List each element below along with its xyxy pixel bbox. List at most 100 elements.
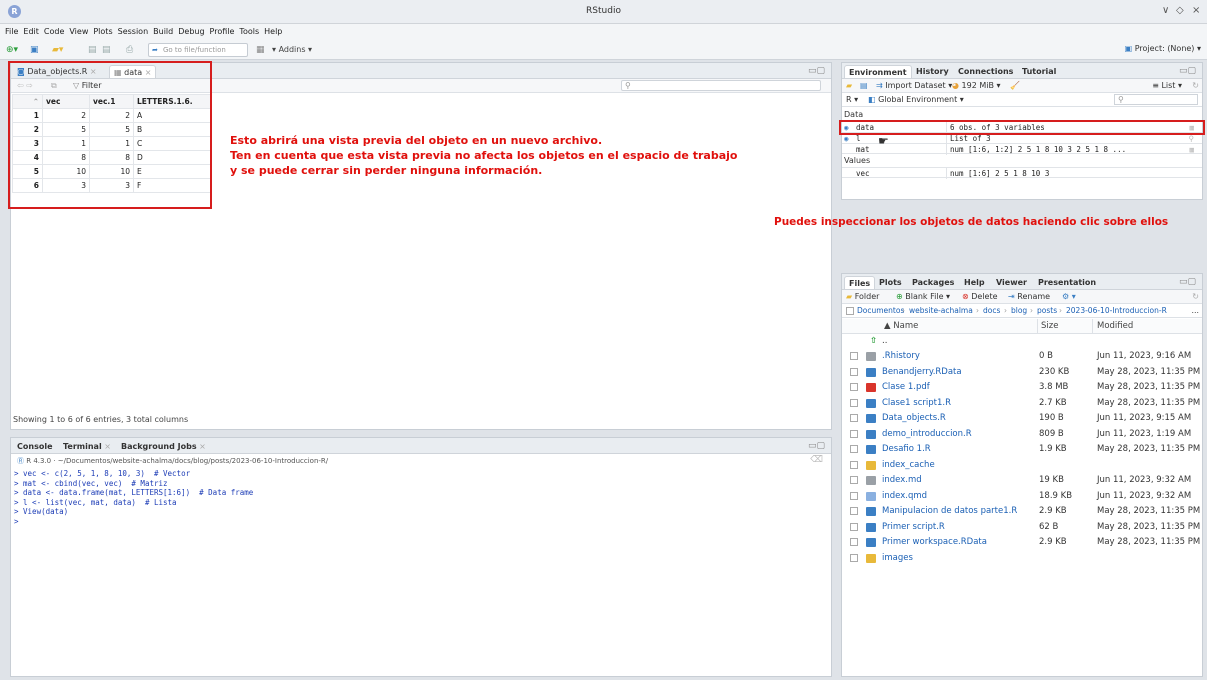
file-name[interactable]: demo_introduccion.R bbox=[882, 427, 972, 442]
file-name[interactable]: Primer script.R bbox=[882, 520, 945, 535]
open-file-icon[interactable]: ▰▾ bbox=[52, 44, 63, 56]
memory-usage[interactable]: ◕ 192 MiB ▾ bbox=[952, 79, 1001, 93]
file-row-parent[interactable]: ⇧.. bbox=[842, 334, 1202, 349]
new-file-icon[interactable]: ⊕▾ bbox=[6, 44, 18, 56]
file-row[interactable]: index.md 19 KB Jun 11, 2023, 9:32 AM bbox=[842, 473, 1202, 488]
file-checkbox[interactable] bbox=[850, 522, 858, 531]
new-project-icon[interactable]: ▣ bbox=[30, 44, 39, 56]
close-tab-icon[interactable]: × bbox=[199, 442, 206, 451]
file-row[interactable]: Benandjerry.RData 230 KB May 28, 2023, 11:… bbox=[842, 365, 1202, 380]
tab-history[interactable]: History bbox=[912, 65, 953, 78]
tab-terminal[interactable]: Terminal × bbox=[59, 440, 115, 453]
rename-button[interactable]: ⇥ Rename bbox=[1008, 290, 1050, 304]
tab-environment[interactable]: Environment bbox=[844, 65, 912, 78]
refresh-icon[interactable]: ↻ bbox=[1192, 79, 1199, 93]
more-path-icon[interactable]: … bbox=[1192, 304, 1200, 318]
language-select[interactable]: R ▾ bbox=[846, 93, 858, 107]
select-all-checkbox[interactable] bbox=[846, 307, 854, 315]
addins-menu[interactable]: ▾ Addins ▾ bbox=[272, 44, 312, 56]
grid-icon[interactable]: ▦ bbox=[256, 44, 265, 56]
print-icon[interactable]: ⎙ bbox=[126, 44, 133, 56]
list-view-menu[interactable]: ≡ List ▾ bbox=[1152, 79, 1182, 93]
tab-files[interactable]: Files bbox=[844, 276, 876, 289]
file-row[interactable]: Data_objects.R 190 B Jun 11, 2023, 9:15 AM bbox=[842, 411, 1202, 426]
file-name[interactable]: index_cache bbox=[882, 458, 935, 473]
file-checkbox[interactable] bbox=[850, 367, 858, 376]
breadcrumb-item[interactable]: posts bbox=[1037, 304, 1057, 318]
menu-code[interactable]: Code bbox=[44, 24, 64, 40]
menu-plots[interactable]: Plots bbox=[93, 24, 112, 40]
dataviewer-search-input[interactable]: ⚲ bbox=[621, 80, 821, 91]
pane-minmax-icon[interactable]: ▭▢ bbox=[808, 66, 825, 76]
environment-search-input[interactable]: ⚲ bbox=[1114, 94, 1198, 105]
minimize-icon[interactable]: ∨ bbox=[1162, 5, 1169, 16]
file-row[interactable]: Manipulacion de datos parte1.R 2.9 KB May … bbox=[842, 504, 1202, 519]
blank-file-button[interactable]: ⊕ Blank File ▾ bbox=[896, 290, 950, 304]
delete-button[interactable]: ⊗ Delete bbox=[962, 290, 998, 304]
file-row[interactable]: images bbox=[842, 551, 1202, 566]
file-row[interactable]: index.qmd 18.9 KB Jun 11, 2023, 9:32 AM bbox=[842, 489, 1202, 504]
goto-file-input[interactable]: ➦ Go to file/function bbox=[148, 43, 248, 57]
file-name[interactable]: Data_objects.R bbox=[882, 411, 946, 426]
menu-profile[interactable]: Profile bbox=[210, 24, 235, 40]
tab-plots[interactable]: Plots bbox=[875, 276, 906, 289]
env-row-vec[interactable]: vec num [1:6] 2 5 1 8 10 3 bbox=[842, 167, 1202, 179]
file-checkbox[interactable] bbox=[850, 398, 858, 407]
file-name[interactable]: Clase1 script1.R bbox=[882, 396, 951, 411]
file-name[interactable]: .Rhistory bbox=[882, 349, 920, 364]
file-checkbox[interactable] bbox=[850, 460, 858, 469]
breadcrumb-item[interactable]: Documentos bbox=[857, 304, 904, 318]
maximize-icon[interactable]: ◇ bbox=[1176, 5, 1184, 16]
menu-debug[interactable]: Debug bbox=[178, 24, 204, 40]
breadcrumb-item[interactable]: docs bbox=[983, 304, 1000, 318]
file-row[interactable]: Primer workspace.RData 2.9 KB May 28, 2023… bbox=[842, 535, 1202, 550]
env-row-mat[interactable]: mat num [1:6, 1:2] 2 5 1 8 10 3 2 5 1 8 .… bbox=[842, 143, 1202, 155]
file-name[interactable]: Manipulacion de datos parte1.R bbox=[882, 504, 1017, 519]
file-row[interactable]: Clase1 script1.R 2.7 KB May 28, 2023, 11:3… bbox=[842, 396, 1202, 411]
menu-file[interactable]: File bbox=[5, 24, 18, 40]
file-checkbox[interactable] bbox=[850, 538, 858, 546]
save-all-icon[interactable]: ▤ bbox=[102, 44, 111, 56]
tab-background-jobs[interactable]: Background Jobs × bbox=[117, 440, 210, 453]
load-workspace-icon[interactable]: ▰ bbox=[846, 79, 852, 93]
menu-build[interactable]: Build bbox=[153, 24, 173, 40]
menu-tools[interactable]: Tools bbox=[239, 24, 259, 40]
broom-icon[interactable]: 🧹 bbox=[1010, 79, 1020, 93]
file-checkbox[interactable] bbox=[850, 476, 858, 484]
file-checkbox[interactable] bbox=[850, 491, 858, 500]
file-checkbox[interactable] bbox=[850, 445, 858, 453]
tab-packages[interactable]: Packages bbox=[908, 276, 958, 289]
pane-minmax-icon[interactable]: ▭▢ bbox=[1179, 66, 1196, 76]
file-checkbox[interactable] bbox=[850, 429, 858, 438]
tab-tutorial[interactable]: Tutorial bbox=[1018, 65, 1060, 78]
close-tab-icon[interactable]: × bbox=[104, 442, 111, 451]
save-workspace-icon[interactable]: ▤ bbox=[860, 79, 868, 93]
menu-view[interactable]: View bbox=[69, 24, 88, 40]
save-icon[interactable]: ▤ bbox=[88, 44, 97, 56]
tab-viewer[interactable]: Viewer bbox=[992, 276, 1031, 289]
file-checkbox[interactable] bbox=[850, 553, 858, 562]
file-name[interactable]: index.qmd bbox=[882, 489, 927, 504]
file-checkbox[interactable] bbox=[850, 414, 858, 422]
file-row[interactable]: Primer script.R 62 B May 28, 2023, 11:35 P… bbox=[842, 520, 1202, 535]
scope-select[interactable]: ◧ Global Environment ▾ bbox=[868, 93, 964, 107]
tab-console[interactable]: Console bbox=[13, 440, 57, 453]
pane-minmax-icon[interactable]: ▭▢ bbox=[808, 441, 825, 451]
import-dataset-button[interactable]: ⇉ Import Dataset ▾ bbox=[876, 79, 952, 93]
tab-help[interactable]: Help bbox=[960, 276, 989, 289]
file-name[interactable]: index.md bbox=[882, 473, 922, 488]
modified-column-header[interactable]: Modified bbox=[1092, 319, 1133, 334]
breadcrumb-item[interactable]: blog bbox=[1011, 304, 1027, 318]
breadcrumb-item[interactable]: website-achalma bbox=[909, 304, 973, 318]
menu-edit[interactable]: Edit bbox=[23, 24, 39, 40]
tab-presentation[interactable]: Presentation bbox=[1034, 276, 1100, 289]
project-menu[interactable]: ▣ Project: (None) ▾ bbox=[1125, 44, 1201, 53]
close-icon[interactable]: × bbox=[1192, 5, 1200, 16]
file-name[interactable]: Desafio 1.R bbox=[882, 442, 931, 457]
size-column-header[interactable]: Size bbox=[1037, 319, 1058, 334]
menu-help[interactable]: Help bbox=[264, 24, 282, 40]
console-prompt[interactable]: > bbox=[14, 517, 253, 527]
file-name[interactable]: images bbox=[882, 551, 913, 566]
file-row[interactable]: index_cache bbox=[842, 458, 1202, 473]
file-name[interactable]: Benandjerry.RData bbox=[882, 365, 962, 380]
